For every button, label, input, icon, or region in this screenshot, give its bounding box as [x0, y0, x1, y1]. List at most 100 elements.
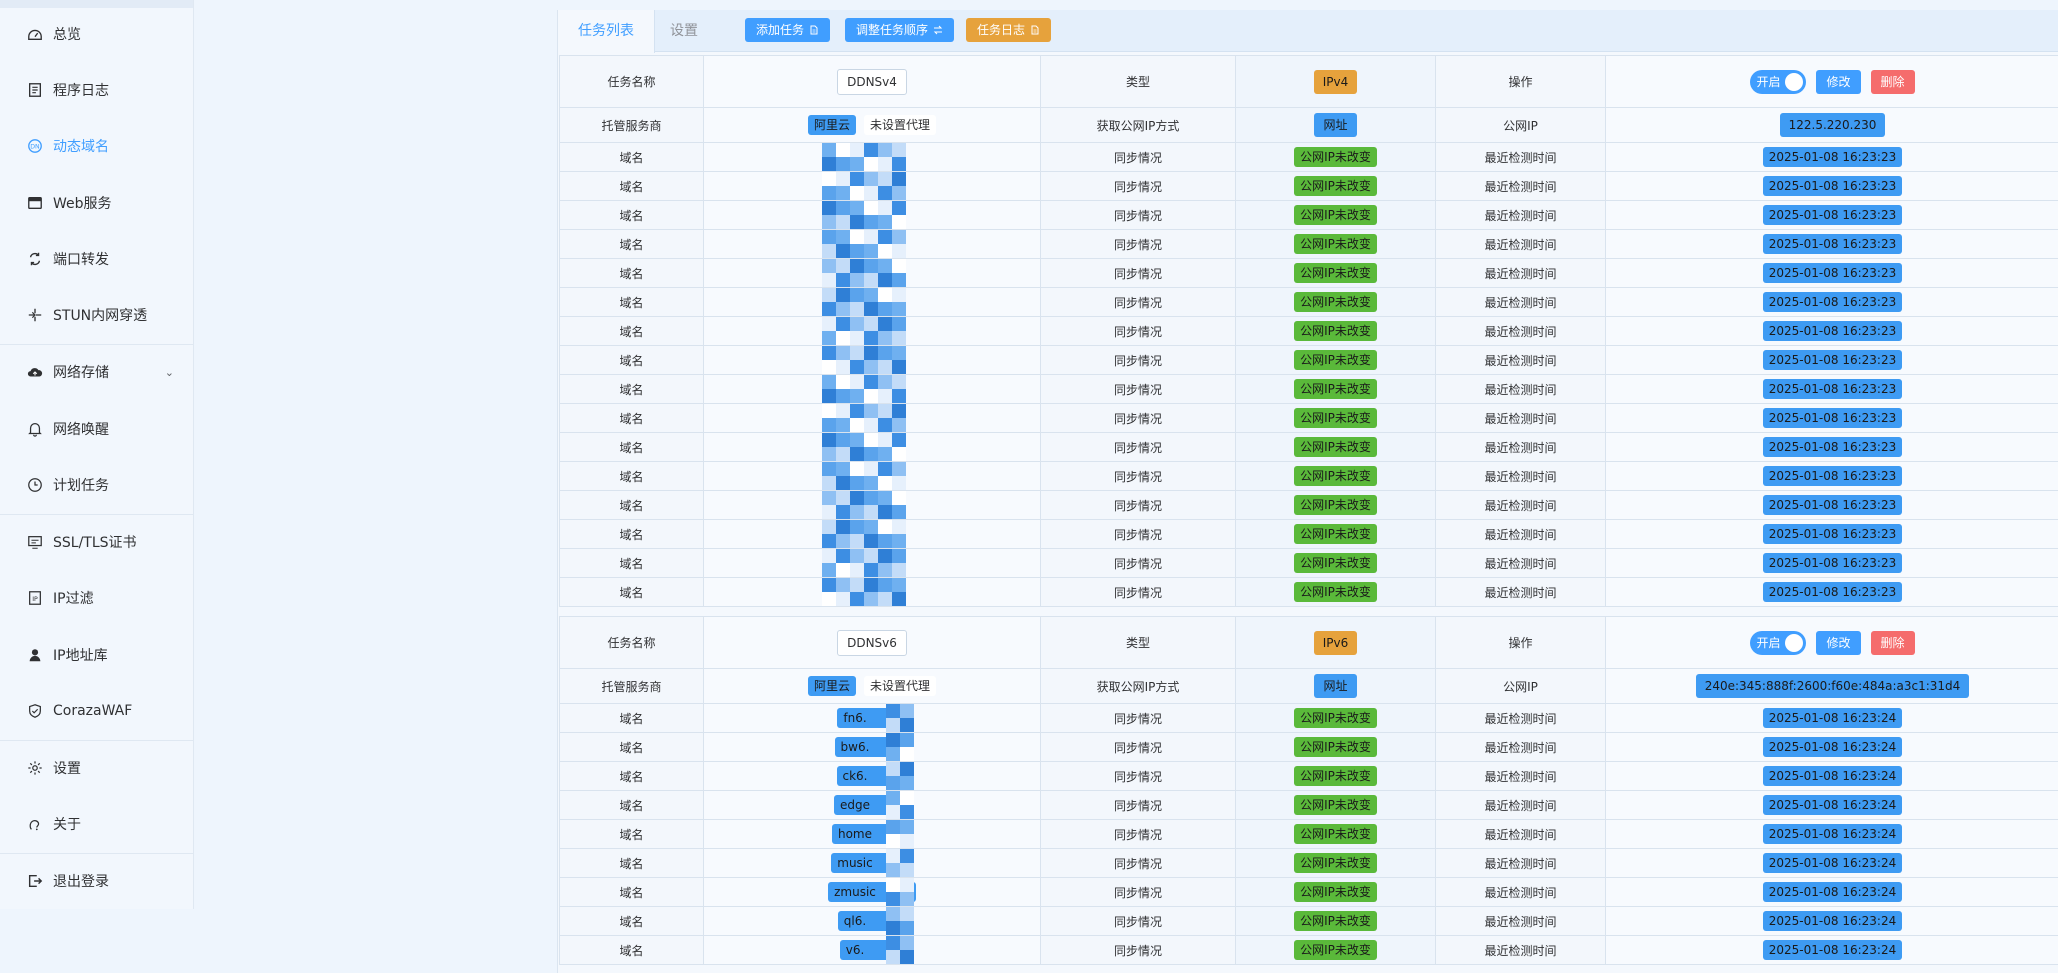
task-log-button[interactable]: 任务日志: [966, 18, 1052, 42]
task-name-label: 任务名称: [559, 55, 704, 108]
domain-cell: [703, 200, 1041, 230]
domain-label: 域名: [559, 316, 704, 346]
last-check-cell: 2025-01-08 16:23:23: [1605, 229, 2058, 259]
provider-cell: 阿里云 未设置代理: [703, 668, 1041, 704]
edit-button[interactable]: 修改: [1816, 69, 1861, 94]
edit-button[interactable]: 修改: [1816, 630, 1861, 655]
sidebar-divider: [0, 344, 194, 345]
reorder-tasks-button[interactable]: 调整任务顺序: [845, 18, 955, 42]
sidebar-item-5[interactable]: STUN内网穿透: [0, 287, 194, 343]
sync-status-label: 同步情况: [1040, 703, 1236, 733]
domain-label: 域名: [559, 287, 704, 317]
sidebar-item-0[interactable]: 总览: [0, 6, 194, 62]
task-log-label: 任务日志: [977, 23, 1026, 37]
sync-status-label: 同步情况: [1040, 229, 1236, 259]
sync-status-cell: 公网IP未改变: [1235, 345, 1436, 375]
last-check-cell: 2025-01-08 16:23:23: [1605, 519, 2058, 549]
last-check-cell: 2025-01-08 16:23:23: [1605, 142, 2058, 172]
sync-status-badge: 公网IP未改变: [1294, 321, 1377, 341]
last-check-cell: 2025-01-08 16:23:24: [1605, 877, 2058, 907]
domain-record-row: 域名 bw6. 同步情况 公网IP未改变 最近检测时间 2025-01-08 16:23:…: [559, 732, 2058, 762]
last-check-label: 最近检测时间: [1435, 403, 1606, 433]
task-name-chip: DDNSv4: [837, 68, 907, 95]
last-check-time: 2025-01-08 16:23:23: [1762, 582, 1903, 602]
tab-task-list[interactable]: 任务列表: [558, 10, 655, 53]
sync-status-badge: 公网IP未改变: [1294, 853, 1377, 873]
sidebar-item-2[interactable]: DN 动态域名: [0, 118, 194, 174]
ip-method-badge: 网址: [1314, 674, 1357, 698]
last-check-label: 最近检测时间: [1435, 142, 1606, 172]
about-icon: [26, 815, 44, 833]
last-check-label: 最近检测时间: [1435, 519, 1606, 549]
ip-method-cell: 网址: [1235, 107, 1436, 143]
sync-status-label: 同步情况: [1040, 906, 1236, 936]
add-task-button[interactable]: 添加任务: [745, 18, 831, 42]
enable-switch[interactable]: 开启: [1750, 630, 1807, 655]
sidebar-item-9[interactable]: SSL/TLS证书: [0, 514, 194, 570]
sync-status-cell: 公网IP未改变: [1235, 935, 1436, 965]
domain-label: 域名: [559, 790, 704, 820]
domain-label: 域名: [559, 732, 704, 762]
type-label: 类型: [1040, 55, 1236, 108]
domain-record-row: 域名 同步情况 公网IP未改变 最近检测时间 2025-01-08 16:23:23: [559, 403, 2058, 433]
sidebar-item-14[interactable]: 关于: [0, 796, 194, 852]
sidebar-item-15[interactable]: 退出登录: [0, 853, 194, 909]
domain-label: 域名: [559, 171, 704, 201]
sidebar-item-6[interactable]: 网络存储 ⌄: [0, 344, 194, 400]
switch-knob: [1785, 72, 1804, 91]
last-check-time: 2025-01-08 16:23:23: [1762, 263, 1903, 283]
last-check-label: 最近检测时间: [1435, 258, 1606, 288]
sidebar-item-label: 动态域名: [53, 139, 109, 155]
sidebar-item-label: 计划任务: [53, 478, 109, 494]
public-ip-cell: 240e:345:888f:2600:f60e:484a:a3c1:31d4: [1605, 668, 2058, 704]
sidebar-item-12[interactable]: CorazaWAF: [0, 683, 194, 739]
sync-status-cell: 公网IP未改变: [1235, 229, 1436, 259]
ip-method-badge: 网址: [1314, 113, 1357, 137]
sidebar-item-3[interactable]: Web服务: [0, 175, 194, 231]
operation-label: 操作: [1435, 55, 1606, 108]
last-check-cell: 2025-01-08 16:23:24: [1605, 732, 2058, 762]
sync-status-label: 同步情况: [1040, 345, 1236, 375]
sync-status-badge: 公网IP未改变: [1294, 437, 1377, 457]
sidebar-item-1[interactable]: 程序日志: [0, 62, 194, 118]
domain-label: 域名: [559, 935, 704, 965]
proxy-badge: 未设置代理: [864, 676, 937, 696]
sidebar-item-8[interactable]: 计划任务: [0, 457, 194, 513]
last-check-time: 2025-01-08 16:23:23: [1762, 495, 1903, 515]
delete-button[interactable]: 删除: [1870, 69, 1915, 94]
last-check-label: 最近检测时间: [1435, 461, 1606, 491]
sidebar-item-10[interactable]: IP IP过滤: [0, 570, 194, 626]
redacted-mosaic: [886, 791, 914, 819]
tab-settings[interactable]: 设置: [650, 10, 718, 52]
sync-status-label: 同步情况: [1040, 819, 1236, 849]
clock-icon: [26, 476, 44, 494]
sidebar-item-11[interactable]: IP地址库: [0, 627, 194, 683]
sync-status-label: 同步情况: [1040, 548, 1236, 578]
sidebar-item-13[interactable]: 设置: [0, 740, 194, 796]
sidebar-divider: [0, 514, 194, 515]
sync-status-label: 同步情况: [1040, 258, 1236, 288]
domain-label: 域名: [559, 461, 704, 491]
domain-cell: [703, 142, 1041, 172]
svg-text:IP: IP: [32, 596, 38, 603]
delete-button[interactable]: 删除: [1870, 630, 1915, 655]
last-check-cell: 2025-01-08 16:23:24: [1605, 848, 2058, 878]
sync-status-cell: 公网IP未改变: [1235, 877, 1436, 907]
type-label: 类型: [1040, 616, 1236, 669]
sync-status-cell: 公网IP未改变: [1235, 732, 1436, 762]
main-panel: 任务列表 设置 添加任务 调整任务顺序 任务日志 任务名称 DDNSv4 类型 IPv…: [557, 10, 2058, 973]
last-check-cell: 2025-01-08 16:23:24: [1605, 790, 2058, 820]
sidebar-item-7[interactable]: 网络唤醒: [0, 401, 194, 457]
last-check-label: 最近检测时间: [1435, 171, 1606, 201]
last-check-cell: 2025-01-08 16:23:24: [1605, 761, 2058, 791]
type-cell: IPv6: [1235, 616, 1436, 669]
sync-status-cell: 公网IP未改变: [1235, 577, 1436, 607]
bell-icon: [26, 420, 44, 438]
domain-record-row: 域名 同步情况 公网IP未改变 最近检测时间 2025-01-08 16:23:23: [559, 490, 2058, 520]
enable-switch[interactable]: 开启: [1750, 69, 1807, 94]
port-forward-icon: [26, 250, 44, 268]
domain-label: 域名: [559, 761, 704, 791]
task-name-cell: DDNSv6: [703, 616, 1041, 669]
sidebar-item-4[interactable]: 端口转发: [0, 231, 194, 287]
public-ip-badge: 240e:345:888f:2600:f60e:484a:a3c1:31d4: [1695, 674, 1970, 698]
